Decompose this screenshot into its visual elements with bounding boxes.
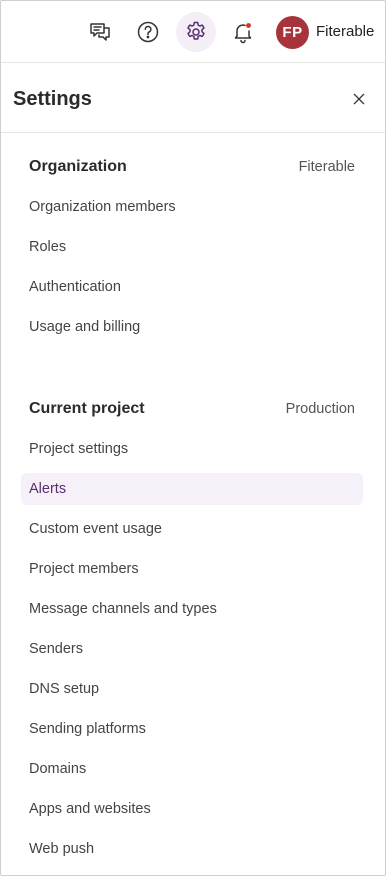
avatar[interactable]: FP	[276, 16, 309, 49]
settings-item-message-channels[interactable]: Message channels and types	[21, 593, 363, 625]
notifications-icon	[234, 23, 252, 44]
settings-item-sending-platforms[interactable]: Sending platforms	[21, 713, 363, 745]
notifications-button[interactable]	[223, 12, 263, 52]
org-switcher-label[interactable]: Fiterable	[316, 23, 374, 40]
project-section-title: Current project	[29, 400, 145, 417]
settings-item-project-settings[interactable]: Project settings	[21, 433, 363, 465]
settings-item-roles[interactable]: Roles	[21, 231, 363, 263]
settings-icon	[187, 21, 205, 40]
settings-item-dns-setup[interactable]: DNS setup	[21, 673, 363, 705]
settings-item-project-members[interactable]: Project members	[21, 553, 363, 585]
settings-item-alerts[interactable]: Alerts	[21, 473, 363, 505]
settings-button[interactable]	[176, 12, 216, 52]
settings-window: FP Fiterable Settings Organization Fiter…	[0, 0, 386, 876]
page-title: Settings	[13, 88, 92, 110]
organization-name: Fiterable	[298, 159, 355, 175]
settings-item-web-push[interactable]: Web push	[21, 833, 363, 865]
feedback-button[interactable]	[80, 12, 120, 52]
project-section-header: Current project Production	[29, 400, 355, 424]
organization-section-header: Organization Fiterable	[29, 158, 355, 182]
settings-item-usage-and-billing[interactable]: Usage and billing	[21, 311, 363, 343]
settings-item-domains[interactable]: Domains	[21, 753, 363, 785]
feedback-icon	[90, 23, 110, 41]
close-button[interactable]	[347, 87, 371, 111]
help-icon	[137, 21, 159, 43]
settings-item-organization-members[interactable]: Organization members	[21, 191, 363, 223]
project-name: Production	[285, 401, 355, 417]
settings-item-apps-and-websites[interactable]: Apps and websites	[21, 793, 363, 825]
settings-item-senders[interactable]: Senders	[21, 633, 363, 665]
settings-item-authentication[interactable]: Authentication	[21, 271, 363, 303]
organization-section-title: Organization	[29, 158, 127, 175]
settings-item-custom-event-usage[interactable]: Custom event usage	[21, 513, 363, 545]
close-icon	[353, 93, 365, 105]
panel-header: Settings	[1, 64, 385, 133]
top-bar: FP Fiterable	[1, 1, 385, 63]
help-button[interactable]	[128, 12, 168, 52]
